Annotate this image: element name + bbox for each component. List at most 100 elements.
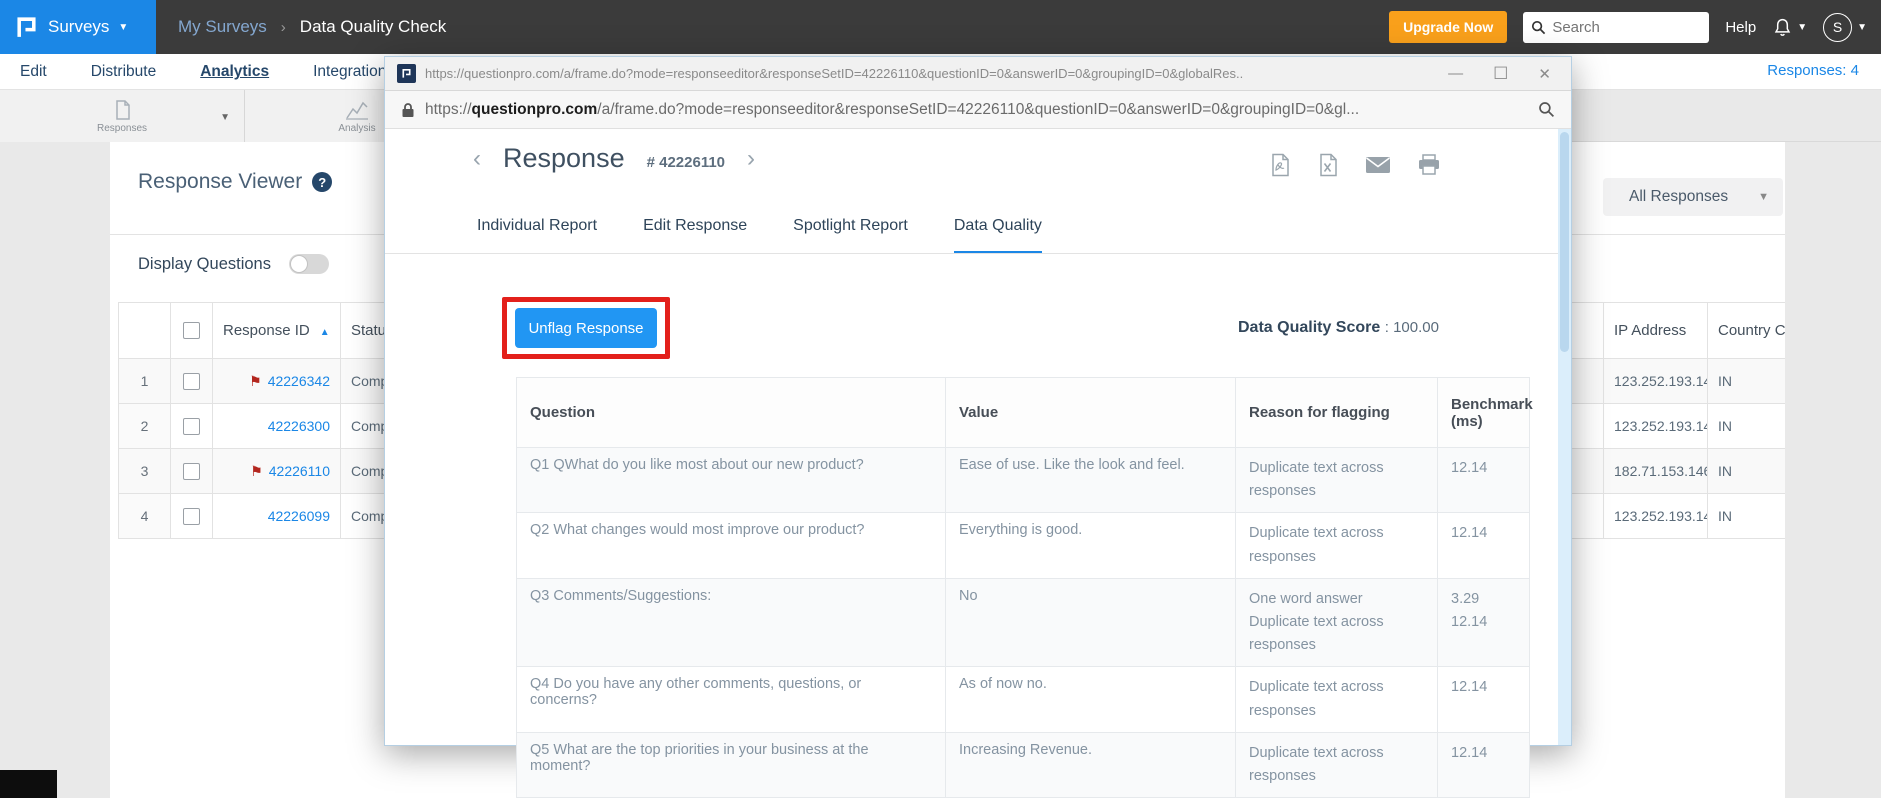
nav-tab-edit[interactable]: Edit (20, 63, 47, 81)
tab-data-quality[interactable]: Data Quality (953, 217, 1042, 254)
question-cell: Q3 Comments/Suggestions: (516, 577, 946, 668)
value-cell: Everything is good. (945, 512, 1236, 579)
response-id-header[interactable]: Response ID ▲ (212, 302, 341, 359)
table-row: 123.252.193.148IN (1540, 403, 1785, 449)
benchmark-line: 12.14 (1451, 460, 1488, 476)
reason-cell: Duplicate text across responses (1235, 731, 1438, 798)
nav-tab-distribute[interactable]: Distribute (91, 63, 156, 81)
close-button[interactable]: ✕ (1538, 65, 1551, 83)
lock-icon (402, 102, 414, 117)
address-bar[interactable]: https://questionpro.com/a/frame.do?mode=… (385, 91, 1571, 129)
chevron-down-icon[interactable]: ▼ (220, 112, 230, 123)
response-number: # 42226110 (646, 154, 726, 171)
reason-line: Duplicate text across responses (1249, 525, 1384, 565)
table-header-row: Question Value Reason for flagging Benchmar… (516, 377, 1533, 448)
previous-response-icon[interactable]: ‹ (473, 146, 481, 171)
email-icon[interactable] (1365, 153, 1391, 177)
minimize-button[interactable]: — (1448, 65, 1463, 82)
responses-table-right-columns: 5IP AddressCountry Code 123.252.193.148I… (1540, 302, 1785, 539)
reason-line: Duplicate text across responses (1249, 744, 1384, 784)
flag-icon: ⚑ (249, 372, 262, 389)
response-id-link[interactable]: 42226300 (268, 418, 330, 434)
tab-edit-response[interactable]: Edit Response (643, 217, 747, 254)
chat-widget-corner[interactable] (0, 770, 57, 798)
maximize-button[interactable]: ☐ (1493, 64, 1508, 84)
tab-individual-report[interactable]: Individual Report (477, 217, 597, 254)
question-cell: Q5 What are the top priorities in your b… (516, 731, 946, 798)
value-cell: No (945, 577, 1236, 668)
row-checkbox[interactable] (183, 372, 200, 390)
search-input[interactable] (1552, 18, 1693, 36)
help-link[interactable]: Help (1725, 19, 1756, 36)
address-url: https://questionpro.com/a/frame.do?mode=… (425, 100, 1360, 118)
row-checkbox[interactable] (183, 507, 200, 525)
page-title: Response Viewer (138, 170, 303, 193)
reason-cell: Duplicate text across responses (1235, 666, 1438, 733)
chevron-down-icon: ▼ (1797, 21, 1808, 33)
response-filter-dropdown[interactable]: All Responses ▼ (1603, 178, 1783, 216)
response-editor-window: https://questionpro.com/a/frame.do?mode=… (384, 56, 1572, 798)
response-viewer-title-row: Response Viewer ? (138, 170, 333, 194)
notifications-menu[interactable]: ▼ (1772, 17, 1807, 38)
sort-asc-icon[interactable]: ▲ (320, 327, 330, 338)
column-header-country-code[interactable]: Country Code (1707, 302, 1785, 359)
select-all-checkbox[interactable] (183, 322, 200, 339)
table-row: Q2 What changes would most improve our p… (516, 512, 1530, 579)
response-id-link[interactable]: 42226099 (268, 508, 330, 524)
reason-cell: Duplicate text across responses (1235, 512, 1438, 579)
excel-export-icon[interactable] (1317, 153, 1339, 177)
display-questions-toggle[interactable] (288, 254, 329, 274)
account-menu[interactable]: S ▼ (1823, 12, 1867, 42)
next-response-icon[interactable]: › (747, 146, 755, 171)
toolbar-tile-responses[interactable]: Responses ▼ (0, 90, 245, 142)
table-row: 182.71.153.146 IN (1540, 448, 1785, 494)
help-circle-icon[interactable]: ? (312, 172, 333, 192)
unflag-response-button[interactable]: Unflag Response (515, 308, 657, 348)
benchmark-line: 12.14 (1451, 525, 1488, 542)
upgrade-now-button[interactable]: Upgrade Now (1389, 11, 1508, 43)
zoom-search-icon[interactable] (1538, 101, 1555, 118)
search-box[interactable] (1523, 11, 1710, 43)
response-editor-content: ‹ Response # 42226110 › Individual Repor… (385, 129, 1571, 798)
search-icon (1532, 20, 1546, 34)
questionpro-logo-icon (17, 16, 36, 37)
nav-tab-integration[interactable]: Integration (313, 63, 386, 81)
column-header-value: Value (945, 377, 1236, 448)
flag-icon: ⚑ (250, 462, 263, 479)
row-checkbox[interactable] (183, 417, 200, 435)
avatar: S (1823, 12, 1853, 42)
row-number: 4 (118, 493, 171, 539)
country-cell: IN (1707, 403, 1785, 449)
window-titlebar[interactable]: https://questionpro.com/a/frame.do?mode=… (385, 57, 1571, 91)
modal-scrollbar[interactable] (1558, 129, 1571, 745)
response-id-cell: 42226099 (212, 493, 341, 539)
country-cell: IN (1707, 448, 1785, 494)
benchmark-cell: 12.14 (1437, 512, 1530, 579)
response-id-cell: 42226300 (212, 403, 341, 449)
nav-tab-analytics[interactable]: Analytics (200, 63, 269, 81)
breadcrumb-my-surveys[interactable]: My Surveys (178, 17, 267, 37)
questionpro-favicon-icon (397, 64, 416, 83)
pdf-export-icon[interactable] (1269, 153, 1291, 177)
country-cell: IN (1707, 358, 1785, 404)
response-id-link[interactable]: 42226110 (269, 463, 330, 479)
data-quality-table: Question Value Reason for flagging Benchmar… (516, 377, 1533, 798)
responses-doc-icon (116, 100, 130, 120)
tabs-divider (385, 253, 1558, 254)
product-switcher[interactable]: Surveys ▼ (0, 0, 156, 54)
ip-address-cell: 182.71.153.146 (1603, 448, 1708, 494)
reason-line: Duplicate text across responses (1249, 613, 1384, 654)
row-checkbox[interactable] (183, 462, 200, 480)
column-header-ip-address[interactable]: IP Address (1603, 302, 1708, 359)
row-number-header (118, 302, 171, 359)
tab-spotlight-report[interactable]: Spotlight Report (793, 217, 908, 254)
topbar-actions: Upgrade Now Help ▼ S ▼ (1389, 0, 1867, 54)
score-value: : 100.00 (1384, 319, 1439, 336)
product-name: Surveys (48, 17, 110, 36)
row-number: 3 (118, 448, 171, 494)
checkbox-cell (170, 493, 213, 539)
print-icon[interactable] (1417, 153, 1441, 177)
bell-icon (1774, 18, 1791, 36)
response-id-link[interactable]: 42226342 (268, 373, 330, 389)
scrollbar-thumb[interactable] (1560, 132, 1569, 352)
